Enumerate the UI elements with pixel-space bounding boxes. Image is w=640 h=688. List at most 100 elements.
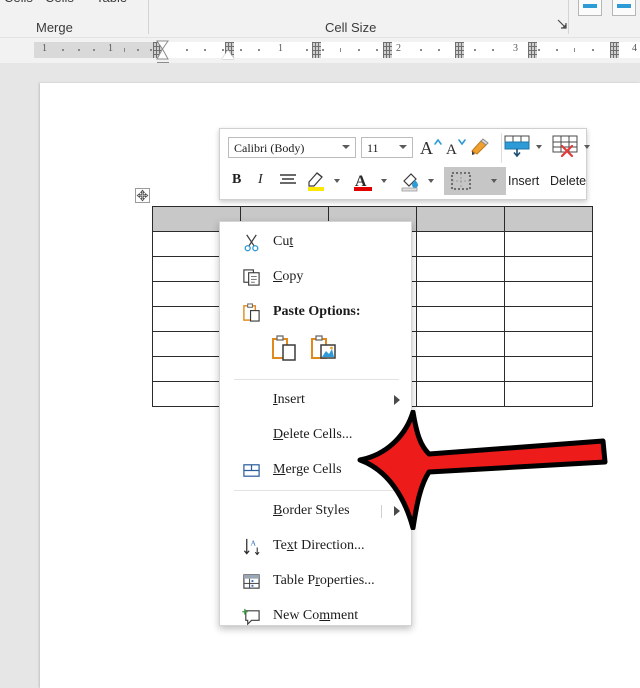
paste-keep-source-formatting-icon[interactable] [270, 334, 300, 366]
align-icon[interactable] [278, 172, 298, 188]
menu-item-label: Text Direction... [273, 538, 365, 553]
chevron-down-icon[interactable] [584, 145, 590, 149]
table-properties-icon [243, 574, 260, 589]
first-line-indent-marker[interactable] [156, 40, 169, 60]
ruler-column-marker[interactable] [455, 42, 464, 58]
italic-button[interactable]: I [258, 172, 263, 188]
table-cell[interactable] [416, 281, 505, 307]
table-move-handle-icon [136, 189, 149, 202]
menu-divider [234, 379, 399, 380]
font-color-icon[interactable]: A [351, 169, 375, 193]
menu-item-table-properties[interactable]: Table Properties... [220, 564, 413, 599]
delete-button-label[interactable]: Delete [550, 174, 586, 188]
menu-item-label: Insert [273, 392, 305, 407]
grow-font-icon[interactable]: A [419, 135, 443, 159]
chevron-down-icon [399, 145, 407, 149]
table-cell[interactable] [416, 206, 505, 232]
paste-icon [243, 303, 260, 322]
horizontal-ruler[interactable]: 1 1 1 2 3 4 [0, 38, 640, 72]
table-cell[interactable] [416, 306, 505, 332]
copy-icon [243, 269, 260, 286]
ruler-column-marker[interactable] [528, 42, 537, 58]
menu-item-divider [381, 505, 382, 518]
chevron-down-icon[interactable] [381, 179, 387, 183]
table-cell[interactable] [504, 306, 593, 332]
menu-item-copy[interactable]: Copy [220, 260, 413, 295]
menu-item-delete-cells[interactable]: Delete Cells... [220, 418, 413, 453]
ribbon-group-label-cell-size: Cell Size [325, 20, 377, 35]
table-cell[interactable] [416, 231, 505, 257]
font-size-value: 11 [367, 141, 379, 155]
menu-item-label: Table Properties... [273, 573, 375, 588]
ribbon-divider [148, 0, 149, 34]
table-cell[interactable] [416, 381, 505, 407]
menu-item-text-direction[interactable]: A Text Direction... [220, 529, 413, 564]
menu-item-label: Merge Cells [273, 462, 342, 477]
font-size-combo[interactable]: 11 [361, 137, 413, 158]
table-cell[interactable] [504, 331, 593, 357]
chevron-down-icon [342, 145, 350, 149]
delete-table-icon[interactable] [551, 134, 581, 160]
ruler-column-marker[interactable] [312, 42, 321, 58]
chevron-down-icon[interactable] [536, 145, 542, 149]
chevron-right-icon [394, 506, 400, 516]
chevron-down-icon[interactable] [491, 179, 497, 183]
chevron-down-icon[interactable] [428, 179, 434, 183]
font-name-combo[interactable]: Calibri (Body) [228, 137, 356, 158]
ruler-number: 3 [513, 43, 518, 54]
dialog-launcher-icon[interactable] [556, 18, 568, 30]
ruler-number: 4 [632, 43, 637, 54]
menu-item-label: Paste Options: [273, 304, 361, 319]
ruler-column-marker[interactable] [610, 42, 619, 58]
menu-divider [234, 490, 399, 491]
new-comment-icon [242, 608, 260, 626]
table-cell[interactable] [416, 331, 505, 357]
cut-icon [244, 234, 259, 252]
format-painter-icon[interactable] [469, 136, 491, 158]
table-cell[interactable] [504, 231, 593, 257]
mini-toolbar[interactable]: Calibri (Body) 11 A A B I A Insert Delet… [219, 128, 590, 200]
ribbon-group-table: Table [96, 0, 127, 5]
table-cell[interactable] [416, 356, 505, 382]
insert-row-icon [617, 4, 631, 8]
table-cell[interactable] [504, 256, 593, 282]
table-cell[interactable] [504, 206, 593, 232]
bold-button[interactable]: B [232, 172, 241, 188]
insert-button-label[interactable]: Insert [508, 174, 539, 188]
merge-cells-icon [243, 464, 260, 477]
table-cell[interactable] [504, 281, 593, 307]
menu-item-insert[interactable]: Insert [220, 383, 413, 418]
table-cell[interactable] [416, 256, 505, 282]
table-cell[interactable] [504, 381, 593, 407]
insert-row-icon [583, 4, 597, 8]
menu-item-label: New Comment [273, 608, 359, 623]
menu-item-border-styles[interactable]: Border Styles [220, 494, 413, 529]
hanging-indent-marker[interactable] [222, 50, 234, 59]
paste-picture-icon[interactable] [309, 334, 339, 366]
font-name-value: Calibri (Body) [234, 141, 305, 155]
menu-item-merge-cells[interactable]: Merge Cells [220, 453, 413, 488]
insert-row-button-2[interactable] [612, 0, 636, 16]
insert-row-button-1[interactable] [578, 0, 602, 16]
ruler-column-marker[interactable] [383, 42, 392, 58]
menu-item-new-comment[interactable]: New Comment [220, 599, 413, 634]
table-move-handle[interactable] [135, 188, 150, 203]
menu-item-label: Delete Cells... [273, 427, 353, 442]
table-cell[interactable] [504, 356, 593, 382]
menu-item-cut[interactable]: Cut [220, 225, 413, 260]
ribbon-divider [568, 0, 569, 34]
ribbon-group-cells-2: Cells [45, 0, 74, 5]
shading-icon[interactable] [398, 169, 422, 193]
menu-item-label: Cut [273, 234, 294, 249]
ribbon-group-cells-1: Cells [4, 0, 33, 5]
ribbon-group-label-merge: Merge [36, 20, 73, 35]
text-highlight-icon[interactable] [304, 169, 328, 193]
shrink-font-icon[interactable]: A [444, 135, 468, 159]
svg-text:A: A [251, 539, 257, 548]
chevron-down-icon[interactable] [334, 179, 340, 183]
ruler-number: 1 [108, 43, 113, 54]
ruler-number: 1 [278, 43, 283, 54]
context-menu[interactable]: Cut Copy Paste Options: Insert Delete Ce… [219, 221, 412, 626]
insert-table-icon[interactable] [503, 134, 533, 160]
ruler-margin-left [34, 42, 162, 58]
